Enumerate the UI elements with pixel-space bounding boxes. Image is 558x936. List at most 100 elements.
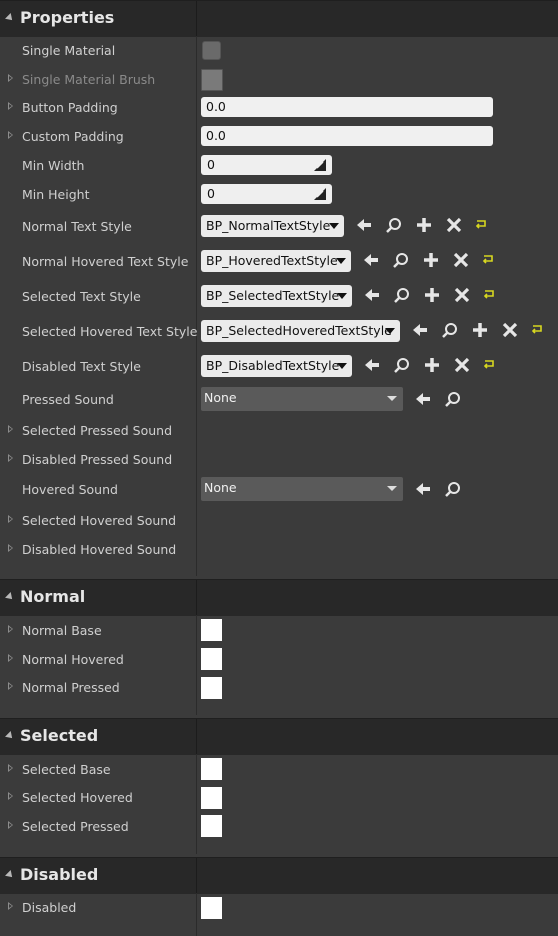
browse-search-icon[interactable] xyxy=(444,480,462,498)
add-plus-icon[interactable] xyxy=(415,216,433,234)
normal-text-style-combo[interactable]: BP_NormalTextStyle xyxy=(201,215,344,237)
disabled-text-style-label: Disabled Text Style xyxy=(22,359,141,374)
normal-hovered-text-style-value: BP_HoveredTextStyle xyxy=(206,253,338,268)
dropdown-caret-icon xyxy=(336,258,346,264)
use-selected-arrow-icon[interactable] xyxy=(362,251,380,269)
use-selected-arrow-icon[interactable] xyxy=(411,321,429,339)
selected-pressed-swatch[interactable] xyxy=(201,815,222,837)
collapse-arrow-icon[interactable] xyxy=(5,870,15,880)
selected-header[interactable]: Selected xyxy=(0,718,558,755)
add-plus-icon[interactable] xyxy=(423,286,441,304)
clear-x-icon[interactable] xyxy=(452,251,470,269)
expand-arrow-icon[interactable] xyxy=(8,102,13,110)
column-divider xyxy=(196,580,197,616)
selected-hovered-text-style-label: Selected Hovered Text Style xyxy=(22,324,198,339)
min-height-input[interactable]: 0 xyxy=(201,184,332,204)
expand-arrow-icon[interactable] xyxy=(8,764,13,772)
add-plus-icon[interactable] xyxy=(422,251,440,269)
browse-search-icon[interactable] xyxy=(385,216,403,234)
normal-pressed-label: Normal Pressed xyxy=(22,680,120,695)
clear-x-icon[interactable] xyxy=(445,216,463,234)
collapse-arrow-icon[interactable] xyxy=(5,731,15,741)
disabled-text-style-combo[interactable]: BP_DisabledTextStyle xyxy=(201,355,352,377)
expand-arrow-icon[interactable] xyxy=(8,792,13,800)
single-material-brush-swatch xyxy=(201,69,223,91)
use-selected-arrow-icon[interactable] xyxy=(414,390,432,408)
clear-x-icon[interactable] xyxy=(453,356,471,374)
column-divider xyxy=(196,615,197,715)
normal-base-swatch[interactable] xyxy=(201,619,222,641)
pressed-sound-combo[interactable]: None xyxy=(201,387,403,411)
hovered-sound-combo[interactable]: None xyxy=(201,477,403,501)
pressed-sound-value: None xyxy=(204,390,237,405)
selected-base-swatch[interactable] xyxy=(201,758,222,780)
normal-hovered-swatch[interactable] xyxy=(201,648,222,670)
min-height-label: Min Height xyxy=(22,187,90,202)
browse-search-icon[interactable] xyxy=(393,356,411,374)
reset-to-default-icon[interactable] xyxy=(529,321,547,339)
single-material-checkbox[interactable] xyxy=(202,41,221,60)
collapse-arrow-icon[interactable] xyxy=(5,13,15,23)
expand-arrow-icon[interactable] xyxy=(8,902,13,910)
normal-header[interactable]: Normal xyxy=(0,579,558,616)
clear-x-icon[interactable] xyxy=(453,286,471,304)
section-title: Normal xyxy=(20,587,86,606)
custom-padding-input[interactable]: 0.0 xyxy=(201,126,493,146)
expand-arrow-icon[interactable] xyxy=(8,74,13,82)
expand-arrow-icon[interactable] xyxy=(8,625,13,633)
hovered-sound-label: Hovered Sound xyxy=(22,482,118,497)
expand-arrow-icon[interactable] xyxy=(8,544,13,552)
section-title: Disabled xyxy=(20,865,99,884)
properties-header[interactable]: Properties xyxy=(0,0,558,37)
expand-arrow-icon[interactable] xyxy=(8,821,13,829)
expand-arrow-icon[interactable] xyxy=(8,425,13,433)
selected-hovered-text-style-combo[interactable]: BP_SelectedHoveredTextStyle xyxy=(201,320,400,342)
use-selected-arrow-icon[interactable] xyxy=(363,356,381,374)
collapse-arrow-icon[interactable] xyxy=(5,592,15,602)
normal-hovered-text-style-combo[interactable]: BP_HoveredTextStyle xyxy=(201,250,351,272)
dropdown-caret-icon xyxy=(387,396,397,401)
pressed-sound-label: Pressed Sound xyxy=(22,392,114,407)
column-divider xyxy=(196,754,197,854)
use-selected-arrow-icon[interactable] xyxy=(414,480,432,498)
use-selected-arrow-icon[interactable] xyxy=(363,286,381,304)
browse-search-icon[interactable] xyxy=(441,321,459,339)
reset-to-default-icon[interactable] xyxy=(473,216,491,234)
add-plus-icon[interactable] xyxy=(471,321,489,339)
column-divider xyxy=(196,893,197,936)
normal-base-label: Normal Base xyxy=(22,623,102,638)
expand-arrow-icon[interactable] xyxy=(8,654,13,662)
reset-to-default-icon[interactable] xyxy=(481,356,499,374)
selected-text-style-combo[interactable]: BP_SelectedTextStyle xyxy=(201,285,352,307)
expand-arrow-icon[interactable] xyxy=(8,454,13,462)
use-selected-arrow-icon[interactable] xyxy=(355,216,373,234)
expand-arrow-icon[interactable] xyxy=(8,131,13,139)
normal-hovered-text-style-label: Normal Hovered Text Style xyxy=(22,254,189,269)
selected-text-style-value: BP_SelectedTextStyle xyxy=(206,288,340,303)
browse-search-icon[interactable] xyxy=(444,390,462,408)
normal-pressed-swatch[interactable] xyxy=(201,677,222,699)
column-divider xyxy=(196,1,197,37)
selected-hovered-text-style-value: BP_SelectedHoveredTextStyle xyxy=(206,323,392,338)
button-padding-input[interactable]: 0.0 xyxy=(201,97,493,117)
browse-search-icon[interactable] xyxy=(393,286,411,304)
section-title: Selected xyxy=(20,726,99,745)
reset-to-default-icon[interactable] xyxy=(480,251,498,269)
disabled-text-style-value: BP_DisabledTextStyle xyxy=(206,358,340,373)
column-divider xyxy=(196,36,197,576)
dropdown-caret-icon xyxy=(337,293,347,299)
add-plus-icon[interactable] xyxy=(423,356,441,374)
reset-to-default-icon[interactable] xyxy=(481,286,499,304)
disabled-header[interactable]: Disabled xyxy=(0,857,558,894)
dropdown-caret-icon xyxy=(385,328,395,334)
disabled-swatch[interactable] xyxy=(201,897,222,919)
clear-x-icon[interactable] xyxy=(501,321,519,339)
drag-resize-icon[interactable] xyxy=(314,188,326,200)
expand-arrow-icon[interactable] xyxy=(8,682,13,690)
drag-resize-icon[interactable] xyxy=(314,159,326,171)
min-width-input[interactable]: 0 xyxy=(201,155,332,175)
selected-hovered-sound-label: Selected Hovered Sound xyxy=(22,513,177,528)
expand-arrow-icon[interactable] xyxy=(8,515,13,523)
browse-search-icon[interactable] xyxy=(392,251,410,269)
selected-hovered-swatch[interactable] xyxy=(201,787,222,809)
